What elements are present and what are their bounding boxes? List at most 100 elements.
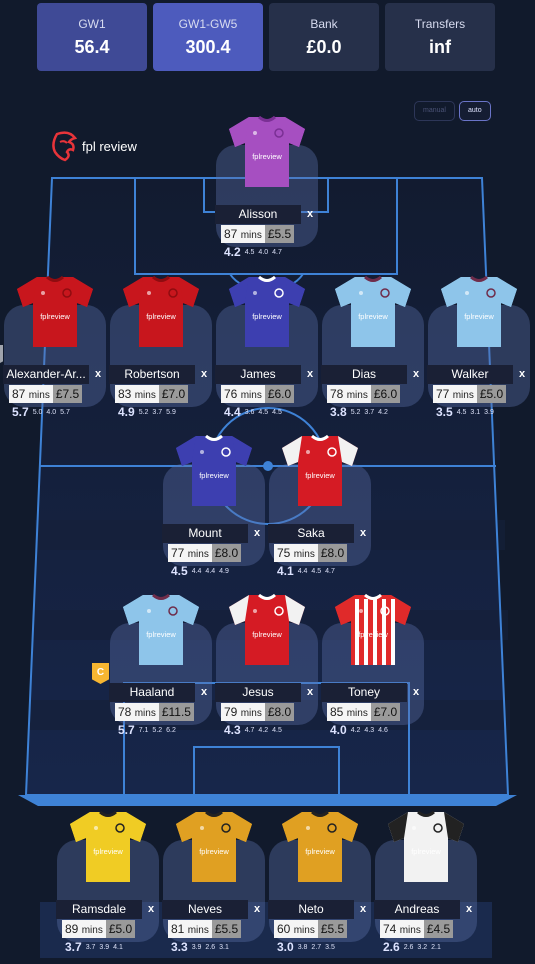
points-gw3: 5.9 [166,408,176,416]
player-info: 78 mins £11.5 [115,703,194,721]
svg-text:fplreview: fplreview [252,630,282,639]
remove-player-button[interactable]: x [407,683,425,702]
player-minutes[interactable]: 77 mins [433,385,477,403]
player-points: 4.9 5.2 3.7 5.9 [118,405,176,419]
player-price: £5.0 [476,385,507,403]
remove-player-button[interactable]: x [513,365,531,384]
manual-toggle-button[interactable]: manual [414,101,455,121]
points-gw3: 4.5 [272,726,282,734]
remove-player-button[interactable]: x [248,900,266,919]
player-minutes[interactable]: 85 mins [327,703,371,721]
minutes-unit: mins [293,925,315,936]
remove-player-button[interactable]: x [354,524,372,543]
player-info: 76 mins £6.0 [221,385,295,403]
player-card[interactable]: fplreview Mount x 77 mins £8.0 4.5 4.4 4.4 4.9 [162,434,266,578]
player-name: Ramsdale [56,900,142,919]
player-minutes[interactable]: 83 mins [115,385,159,403]
player-card[interactable]: fplreview Andreas x 74 mins £4.5 2.6 2.6 3.2 2.1 [374,810,478,954]
points-gw2: 4.0 [46,408,57,416]
remove-player-button[interactable]: x [195,365,213,384]
points-main: 4.0 [330,723,347,737]
svg-text:fplreview: fplreview [411,847,441,856]
player-card[interactable]: fplreview Neves x 81 mins £5.5 3.3 3.9 2.6 3.1 [162,810,266,954]
minutes-value: 78 [118,705,132,719]
svg-text:fplreview: fplreview [464,312,494,321]
player-price: £7.0 [158,385,189,403]
player-info: 74 mins £4.5 [380,920,454,938]
points-main: 3.0 [277,940,294,954]
player-card[interactable]: fplreview Neto x 60 mins £5.5 3.0 3.8 2.7 3.5 [268,810,372,954]
player-card[interactable]: fplreview Alisson x 87 mins £5.5 4.2 4.5 4.0 4.7 [215,115,319,259]
player-minutes[interactable]: 89 mins [62,920,106,938]
player-minutes[interactable]: 87 mins [221,225,265,243]
player-info: 77 mins £5.0 [433,385,507,403]
remove-player-button[interactable]: x [248,524,266,543]
points-main: 5.7 [118,723,135,737]
remove-player-button[interactable]: x [354,900,372,919]
player-card[interactable]: fplreview Ramsdale x 89 mins £5.0 3.7 3.7 3.9 4.… [56,810,160,954]
player-minutes[interactable]: 81 mins [168,920,212,938]
player-minutes[interactable]: 76 mins [221,385,265,403]
points-gw3: 4.9 [219,567,229,575]
player-card[interactable]: fplreview James x 76 mins £6.0 4.4 3.6 4.5 4.5 [215,275,319,419]
player-points: 4.0 4.2 4.3 4.6 [330,723,388,737]
points-gw3: 4.2 [378,408,388,416]
points-main: 3.3 [171,940,188,954]
player-info: 77 mins £8.0 [168,544,242,562]
minutes-unit: mins [240,708,262,719]
player-info: 81 mins £5.5 [168,920,242,938]
shirt-icon: fplreview [17,275,93,347]
remove-player-button[interactable]: x [142,900,160,919]
player-card[interactable]: fplreview Dias x 78 mins £6.0 3.8 5.2 3.7 4.2 [321,275,425,419]
points-gw2: 3.7 [152,408,163,416]
player-name-bar: Ramsdale x [56,900,160,919]
remove-player-button[interactable]: x [460,900,478,919]
player-minutes[interactable]: 75 mins [274,544,318,562]
player-info: 79 mins £8.0 [221,703,295,721]
player-points: 3.0 3.8 2.7 3.5 [277,940,335,954]
player-minutes[interactable]: 87 mins [9,385,53,403]
shirt-icon: fplreview [176,810,252,882]
player-minutes[interactable]: 78 mins [327,385,371,403]
remove-player-button[interactable]: x [301,205,319,224]
player-minutes[interactable]: 79 mins [221,703,265,721]
remove-player-button[interactable]: x [195,683,213,702]
player-points: 4.1 4.4 4.5 4.7 [277,564,335,578]
remove-player-button[interactable]: x [407,365,425,384]
remove-player-button[interactable]: x [89,365,107,384]
auto-toggle-button[interactable]: auto [458,101,491,121]
points-gw2: 3.7 [364,408,375,416]
player-minutes[interactable]: 60 mins [274,920,318,938]
player-info: 89 mins £5.0 [62,920,136,938]
remove-player-button[interactable]: x [301,365,319,384]
points-main: 3.7 [65,940,82,954]
player-card[interactable]: fplreview Walker x 77 mins £5.0 3.5 4.5 3.1 3.9 [427,275,531,419]
minutes-value: 79 [224,705,238,719]
player-card[interactable]: fplreview Saka x 75 mins £8.0 4.1 4.4 4.5 4.7 [268,434,372,578]
player-minutes[interactable]: 78 mins [115,703,159,721]
remove-player-button[interactable]: x [301,683,319,702]
svg-text:fplreview: fplreview [252,152,282,161]
player-name-bar: Neves x [162,900,266,919]
minutes-unit: mins [346,390,368,401]
stat-gw1[interactable]: GW1 56.4 [37,3,147,71]
player-minutes[interactable]: 77 mins [168,544,212,562]
points-gw3: 3.9 [484,408,494,416]
stat-gw1-gw5[interactable]: GW1-GW5 300.4 [153,3,263,71]
points-gw1: 4.5 [456,408,467,416]
player-card[interactable]: fplreview Robertson x 83 mins £7.0 4.9 5.2 3.7 5… [109,275,213,419]
player-name-bar: Mount x [162,524,266,543]
player-name-bar: Haaland x [109,683,213,702]
player-price: £6.0 [264,385,295,403]
player-card[interactable]: fplreview Jesus x 79 mins £8.0 4.3 4.7 4.2 4.5 [215,593,319,737]
player-card[interactable]: fplreview C Haaland x 78 mins £11.5 5.7 7.1 5.2 6… [92,593,213,737]
minutes-unit: mins [134,708,156,719]
player-minutes[interactable]: 74 mins [380,920,424,938]
points-main: 5.7 [12,405,29,419]
player-card[interactable]: fplreviewVAlexander-Ar...x87 mins£7.55.7… [0,275,107,419]
points-gw2: 4.0 [258,248,269,256]
player-card[interactable]: fplreview Toney x 85 mins £7.0 4.0 4.2 4.3 4.6 [321,593,425,737]
player-name-bar: Walker x [427,365,531,384]
points-gw1: 7.1 [138,726,149,734]
minutes-value: 60 [277,922,291,936]
